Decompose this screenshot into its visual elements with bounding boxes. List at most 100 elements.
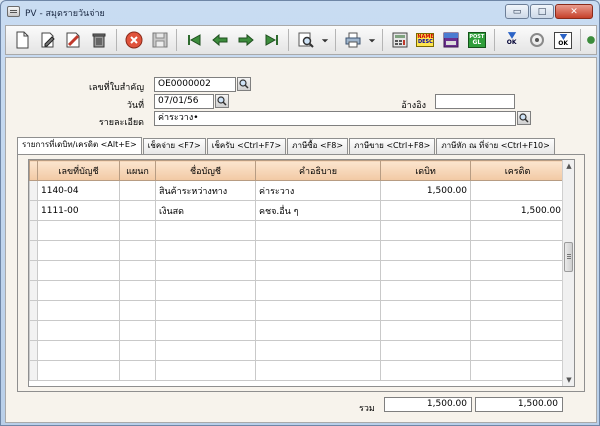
empty-cell[interactable] xyxy=(119,220,156,241)
empty-cell[interactable] xyxy=(470,360,565,381)
tab-debit-credit[interactable]: รายการที่เดบิท/เครดิต <Alt+E> xyxy=(17,137,142,154)
table-row[interactable] xyxy=(29,220,565,241)
empty-cell[interactable] xyxy=(255,240,381,261)
empty-cell[interactable] xyxy=(470,300,565,321)
table-row[interactable] xyxy=(29,280,565,301)
cell-credit[interactable]: 1,500.00 xyxy=(470,200,565,221)
next-record-button[interactable] xyxy=(234,28,258,52)
col-dept[interactable]: แผนก xyxy=(119,160,156,181)
cell-dept[interactable] xyxy=(119,180,156,201)
report-button[interactable] xyxy=(439,28,463,52)
save-button[interactable] xyxy=(148,28,172,52)
reference-field[interactable] xyxy=(435,94,515,109)
empty-cell[interactable] xyxy=(380,280,471,301)
name-desc-button[interactable]: NAME DESC xyxy=(413,28,437,52)
table-row[interactable] xyxy=(29,260,565,281)
empty-cell[interactable] xyxy=(37,340,120,361)
empty-cell[interactable] xyxy=(119,260,156,281)
empty-cell[interactable] xyxy=(119,280,156,301)
empty-cell[interactable] xyxy=(470,240,565,261)
find-button[interactable] xyxy=(294,28,318,52)
delete-button[interactable] xyxy=(62,28,86,52)
tab-purchase-tax[interactable]: ภาษีซื้อ <F8> xyxy=(287,138,349,154)
cell-account-name[interactable]: สินค้าระหว่างทาง xyxy=(155,180,256,201)
cell-description[interactable]: คชจ.อื่น ๆ xyxy=(255,200,381,221)
empty-cell[interactable] xyxy=(155,280,256,301)
empty-cell[interactable] xyxy=(255,300,381,321)
empty-cell[interactable] xyxy=(380,260,471,281)
empty-cell[interactable] xyxy=(380,220,471,241)
last-record-button[interactable] xyxy=(260,28,284,52)
table-row[interactable] xyxy=(29,320,565,341)
row-header[interactable] xyxy=(29,180,38,201)
col-account-no[interactable]: เลขที่บัญชี xyxy=(37,160,120,181)
cell-account-no[interactable]: 1111-00 xyxy=(37,200,120,221)
approve-button[interactable]: OK xyxy=(551,28,575,52)
row-header[interactable] xyxy=(29,220,38,241)
empty-cell[interactable] xyxy=(37,280,120,301)
detail-field[interactable]: ค่าระวาง• xyxy=(154,111,516,126)
row-header[interactable] xyxy=(29,240,38,261)
doc-no-field[interactable]: OE0000002 xyxy=(154,77,236,92)
cell-description[interactable]: ค่าระวาง xyxy=(255,180,381,201)
date-picker-button[interactable] xyxy=(215,94,229,108)
row-header[interactable] xyxy=(29,360,38,381)
cancel-button[interactable] xyxy=(122,28,146,52)
empty-cell[interactable] xyxy=(155,360,256,381)
empty-cell[interactable] xyxy=(155,320,256,341)
tab-withholding-tax[interactable]: ภาษีหัก ณ ที่จ่าย <Ctrl+F10> xyxy=(436,138,555,154)
cell-account-name[interactable]: เงินสด xyxy=(155,200,256,221)
empty-cell[interactable] xyxy=(470,340,565,361)
date-field[interactable]: 07/01/56 xyxy=(154,94,214,109)
empty-cell[interactable] xyxy=(255,320,381,341)
col-account-name[interactable]: ชื่อบัญชี xyxy=(155,160,256,181)
tab-sales-tax[interactable]: ภาษีขาย <Ctrl+F8> xyxy=(349,138,436,154)
table-row[interactable] xyxy=(29,360,565,381)
empty-cell[interactable] xyxy=(380,240,471,261)
tab-cheque-receive[interactable]: เช็ครับ <Ctrl+F7> xyxy=(206,138,287,154)
title-bar[interactable]: PV - สมุดรายวันจ่าย ▭ □ ✕ xyxy=(1,1,599,23)
previous-record-button[interactable] xyxy=(208,28,232,52)
table-row[interactable] xyxy=(29,300,565,321)
row-header[interactable] xyxy=(29,260,38,281)
empty-cell[interactable] xyxy=(255,260,381,281)
empty-cell[interactable] xyxy=(470,220,565,241)
empty-cell[interactable] xyxy=(380,340,471,361)
attach-button[interactable] xyxy=(525,28,549,52)
empty-cell[interactable] xyxy=(380,300,471,321)
empty-cell[interactable] xyxy=(119,340,156,361)
cell-debit[interactable] xyxy=(380,200,471,221)
col-credit[interactable]: เครดิต xyxy=(470,160,565,181)
new-button[interactable] xyxy=(10,28,34,52)
tab-cheque-pay[interactable]: เช็คจ่าย <F7> xyxy=(142,138,206,154)
close-button[interactable]: ✕ xyxy=(555,4,593,19)
empty-cell[interactable] xyxy=(470,260,565,281)
post-gl-button[interactable]: POST GL xyxy=(465,28,489,52)
row-header[interactable] xyxy=(29,300,38,321)
empty-cell[interactable] xyxy=(155,340,256,361)
empty-cell[interactable] xyxy=(37,260,120,281)
row-header[interactable] xyxy=(29,280,38,301)
empty-cell[interactable] xyxy=(470,280,565,301)
empty-cell[interactable] xyxy=(37,320,120,341)
empty-cell[interactable] xyxy=(255,360,381,381)
empty-cell[interactable] xyxy=(37,360,120,381)
empty-cell[interactable] xyxy=(37,220,120,241)
col-debit[interactable]: เดบิท xyxy=(380,160,471,181)
table-row[interactable] xyxy=(29,240,565,261)
empty-cell[interactable] xyxy=(37,240,120,261)
trash-button[interactable] xyxy=(87,28,111,52)
empty-cell[interactable] xyxy=(119,360,156,381)
calculator-button[interactable] xyxy=(388,28,412,52)
doc-no-lookup-button[interactable] xyxy=(237,77,251,91)
print-dropdown[interactable] xyxy=(367,28,377,52)
vertical-scrollbar[interactable]: ▲ ▼ xyxy=(562,160,574,386)
empty-cell[interactable] xyxy=(155,300,256,321)
empty-cell[interactable] xyxy=(155,220,256,241)
empty-cell[interactable] xyxy=(37,300,120,321)
print-button[interactable] xyxy=(341,28,365,52)
detail-lookup-button[interactable] xyxy=(517,111,531,125)
empty-cell[interactable] xyxy=(119,320,156,341)
minimize-button[interactable]: ▭ xyxy=(505,4,529,19)
scroll-thumb[interactable] xyxy=(564,242,573,272)
